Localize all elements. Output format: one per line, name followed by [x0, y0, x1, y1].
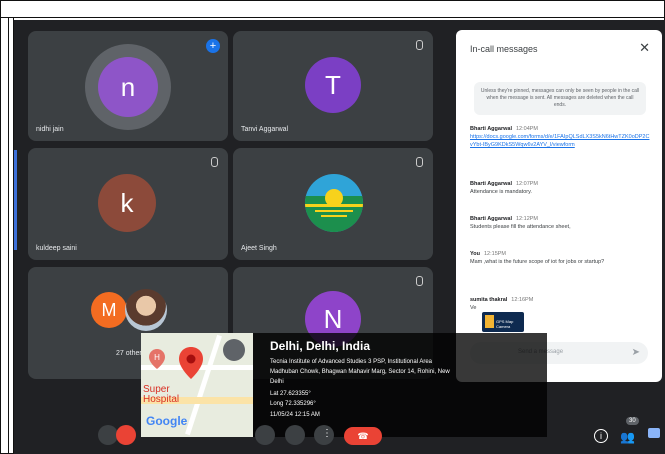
message-sender: Bharti Aggarwal [470, 216, 512, 222]
close-icon[interactable]: ✕ [639, 40, 650, 56]
mic-off-icon [416, 40, 423, 50]
svg-text:H: H [154, 353, 160, 362]
address-line: Delhi [270, 379, 284, 385]
camera-app-icon [485, 315, 494, 328]
scroll-indicator [14, 150, 17, 250]
hospital-marker-icon: H [149, 349, 165, 369]
message-time: 12:12PM [515, 216, 538, 222]
chat-icon[interactable] [648, 428, 660, 438]
raise-hand-button[interactable] [285, 425, 305, 445]
mic-off-icon [416, 157, 423, 167]
google-logo: Google [146, 414, 188, 428]
panel-title: In-call messages [470, 44, 538, 54]
left-border [8, 17, 9, 454]
people-count-badge: 30 [626, 417, 639, 425]
participant-tile[interactable]: k kuldeep saini [28, 148, 228, 260]
sunset-avatar-icon [305, 174, 363, 232]
chat-message: Bharti Aggarwal 12:07PM Attendance is man… [470, 180, 650, 196]
more-options-button[interactable]: ⋮ [314, 425, 334, 445]
send-icon[interactable]: ➤ [632, 347, 640, 358]
message-text: Students please fill the attendance shee… [470, 224, 571, 230]
message-sender: sumita thakral [470, 297, 508, 303]
info-icon[interactable]: i [594, 429, 608, 443]
message-time: 12:07PM [515, 181, 538, 187]
chat-message: sumita thakral 12:16PM Ve [470, 296, 650, 312]
avatar: T [305, 57, 361, 113]
participant-tile[interactable]: T Tanvi Aggarwal [233, 31, 433, 141]
profile-photo [125, 289, 167, 331]
captions-button[interactable] [255, 425, 275, 445]
longitude: Long 72.335296° [270, 401, 316, 407]
location-title: Delhi, Delhi, India [270, 339, 371, 353]
message-sender: Bharti Aggarwal [470, 181, 512, 187]
avatar: k [98, 174, 156, 232]
people-icon[interactable]: 👥 [620, 430, 635, 444]
message-sender: Bharti Aggarwal [470, 126, 512, 132]
location-pin-icon [179, 347, 203, 379]
participant-name: Tanvi Aggarwal [241, 126, 289, 133]
participant-name: kuldeep saini [36, 245, 77, 252]
message-time: 12:04PM [515, 126, 538, 132]
mic-off-icon [211, 157, 218, 167]
map-place-label: Super Hospital [143, 384, 180, 405]
mic-button[interactable] [98, 425, 118, 445]
message-text: Attendance is mandatory. [470, 189, 532, 195]
latitude: Lat 27.623355° [270, 391, 311, 397]
participant-tile[interactable]: Ajeet Singh [233, 148, 433, 260]
app-thumbnail: GPS Map Camera [482, 312, 524, 332]
message-sender: You [470, 251, 480, 257]
leave-call-button[interactable]: ☎ [344, 427, 382, 445]
message-time: 12:15PM [483, 251, 506, 257]
address-line: Madhuban Chowk, Bhagwan Mahavir Marg, Se… [270, 369, 450, 375]
avatar: n [98, 57, 158, 117]
mic-off-icon [416, 276, 423, 286]
message-time: 12:16PM [511, 297, 534, 303]
message-link[interactable]: https://docs.google.com/forms/d/e/1FAIpQ… [470, 134, 649, 148]
chat-message: Bharti Aggarwal 12:12PM Students please f… [470, 215, 650, 231]
thumbnail-label: GPS Map Camera [496, 319, 514, 329]
header-divider [0, 17, 665, 18]
timestamp: 11/05/24 12:15 AM [270, 412, 320, 418]
avatar: M [91, 292, 127, 328]
pin-icon[interactable]: + [206, 39, 220, 53]
participant-tile[interactable]: n + nidhi jain [28, 31, 228, 141]
chat-message: You 12:15PM Mam ,what is the future scope… [470, 250, 650, 266]
address-line: Tecnia Institute of Advanced Studies 3 P… [270, 359, 432, 365]
message-text: Mam ,what is the future scope of iot for… [470, 259, 605, 265]
participant-name: nidhi jain [36, 126, 64, 133]
message-text: Ve [470, 305, 477, 311]
mic-off-button[interactable] [116, 425, 136, 445]
participant-name: Ajeet Singh [241, 245, 277, 252]
pinned-notice: Unless they're pinned, messages can only… [474, 82, 646, 115]
place-marker-icon [223, 339, 245, 361]
chat-message: Bharti Aggarwal 12:04PM https://docs.goog… [470, 125, 650, 149]
